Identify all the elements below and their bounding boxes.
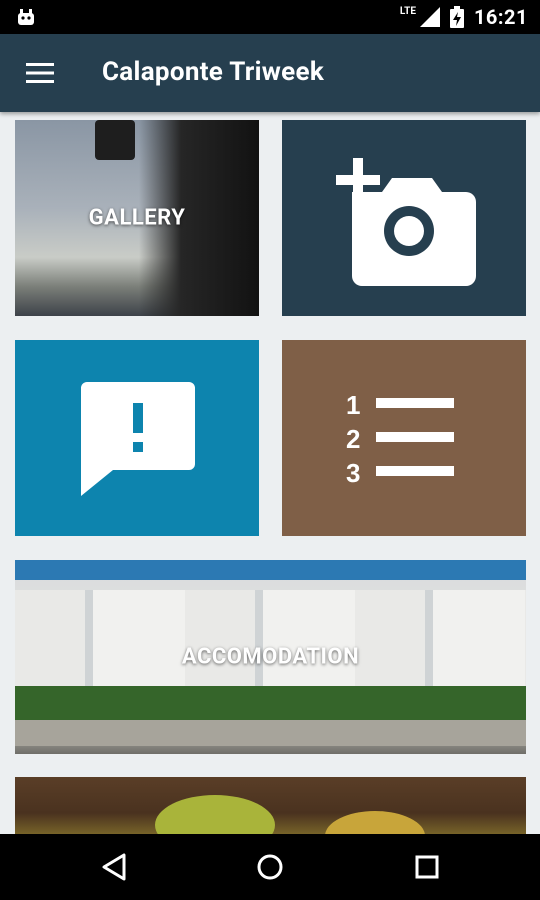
recents-icon[interactable] [410, 850, 444, 884]
clock: 16:21 [473, 5, 528, 29]
list-number-1: 1 [346, 390, 360, 420]
add-photo-icon [336, 158, 476, 286]
gallery-label: GALLERY [88, 205, 186, 231]
numbered-list-icon: 1 2 3 [346, 390, 454, 488]
stone-wall [15, 720, 526, 746]
list-number-3: 3 [346, 458, 360, 488]
tile-grid: GALLERY 1 2 3 ACCOMODATION [0, 112, 540, 834]
feedback-tile[interactable] [15, 340, 259, 536]
feedback-icon [81, 382, 195, 496]
signal-icon [419, 7, 440, 27]
gallery-image-detail [95, 120, 135, 160]
system-nav-bar [0, 834, 540, 900]
ranking-tile[interactable]: 1 2 3 [282, 340, 526, 536]
battery-icon [449, 6, 464, 28]
gallery-tile[interactable]: GALLERY [15, 120, 259, 316]
back-icon[interactable] [98, 850, 132, 884]
app-title: Calaponte Triweek [102, 57, 325, 87]
network-type: LTE [399, 5, 416, 17]
add-photo-tile[interactable] [282, 120, 526, 316]
android-notification-icon [18, 9, 34, 25]
status-bar: LTE 16:21 [0, 0, 540, 34]
home-icon[interactable] [253, 850, 287, 884]
building-roof [15, 560, 526, 580]
food-image-detail [155, 795, 275, 834]
app-bar: Calaponte Triweek [0, 34, 540, 112]
accomodation-label: ACCOMODATION [181, 644, 360, 670]
accomodation-tile[interactable]: ACCOMODATION [15, 560, 526, 754]
building-wall [15, 590, 526, 690]
lawn [15, 686, 526, 720]
food-image-detail-2 [325, 811, 425, 834]
food-tile[interactable] [15, 777, 526, 834]
hamburger-menu-icon[interactable] [26, 62, 54, 84]
list-number-2: 2 [346, 424, 360, 454]
